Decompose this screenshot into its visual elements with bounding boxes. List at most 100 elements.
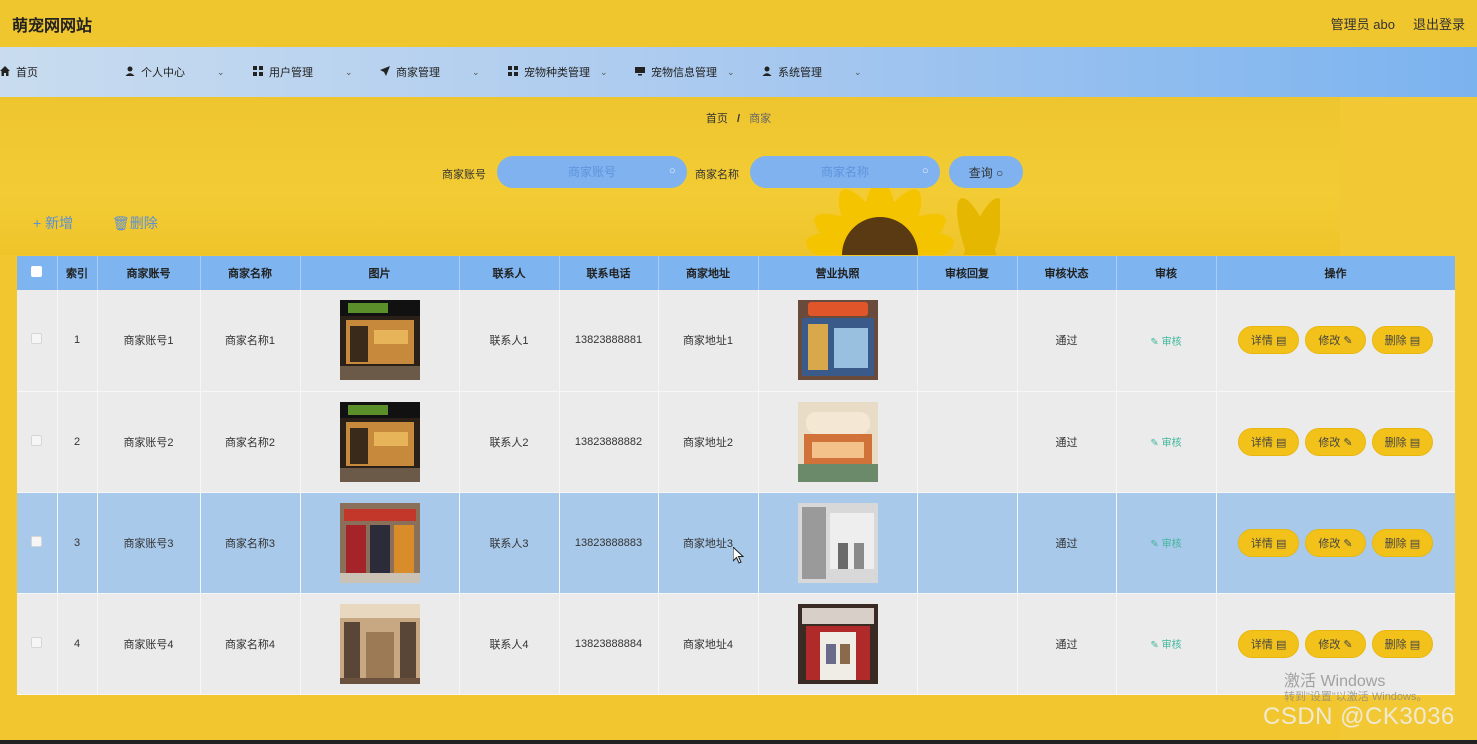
- account-search-input[interactable]: [497, 156, 687, 188]
- delete-button[interactable]: 删除 ▤: [1371, 326, 1434, 355]
- bottom-edge: [0, 740, 1477, 744]
- column-header: 商家账号: [97, 256, 201, 290]
- contact-cell: 联系人3: [459, 492, 560, 594]
- chevron-down-icon: ⌄: [854, 66, 862, 77]
- account-cell: 商家账号2: [97, 391, 201, 493]
- audit-status-cell: 通过: [1017, 290, 1117, 392]
- nav-item-system[interactable]: 系统管理 ⌄: [762, 47, 862, 97]
- audit-status-cell: 通过: [1017, 492, 1117, 594]
- row-select-cell[interactable]: [17, 593, 58, 695]
- edit-button[interactable]: 修改 ✎: [1305, 326, 1366, 355]
- operations-cell: 详情 ▤ 修改 ✎ 删除 ▤: [1216, 391, 1455, 493]
- table-row[interactable]: 3 商家账号3 商家名称3 联系人3 13823888883 商家地址3 通过 ✎ 审核 详情 …: [17, 492, 1455, 594]
- name-search-input[interactable]: [750, 156, 940, 188]
- row-checkbox[interactable]: [31, 434, 43, 446]
- name-cell: 商家名称4: [200, 593, 301, 695]
- column-header: 审核状态: [1017, 256, 1117, 290]
- csdn-watermark: CSDN @CK3036: [1263, 703, 1455, 730]
- edit-button[interactable]: 修改 ✎: [1305, 528, 1366, 557]
- name-cell: 商家名称3: [200, 492, 301, 594]
- account-cell: 商家账号4: [97, 593, 201, 695]
- audit-status-cell: 通过: [1017, 391, 1117, 493]
- nav-item-home[interactable]: 首页: [0, 47, 38, 97]
- breadcrumb-home[interactable]: 首页: [706, 113, 728, 125]
- breadcrumb-current: 商家: [749, 113, 772, 125]
- detail-button[interactable]: 详情 ▤: [1237, 528, 1300, 557]
- address-cell: 商家地址4: [658, 593, 759, 695]
- add-button-label: 新增: [45, 215, 74, 231]
- audit-link-label: 审核: [1161, 438, 1182, 449]
- audit-link[interactable]: ✎ 审核: [1150, 337, 1181, 348]
- audit-link[interactable]: ✎ 审核: [1150, 539, 1181, 550]
- table-row[interactable]: 2 商家账号2 商家名称2 联系人2 13823888882 商家地址2 通过 ✎ 审核 详情 …: [17, 391, 1455, 493]
- audit-link[interactable]: ✎ 审核: [1150, 438, 1181, 449]
- edit-pen-icon: ✎: [1150, 336, 1162, 348]
- select-all-checkbox[interactable]: [31, 266, 43, 277]
- column-header: 营业执照: [758, 256, 918, 290]
- grid-icon: [253, 65, 263, 79]
- trash-icon: ▤: [1409, 638, 1421, 651]
- edit-pen-icon: ✎: [1343, 436, 1353, 449]
- address-cell: 商家地址3: [658, 492, 759, 594]
- query-button-label: 查询: [968, 165, 993, 180]
- store-photo: [339, 300, 420, 381]
- query-button[interactable]: 查询 ○: [949, 156, 1023, 188]
- admin-user-label[interactable]: 管理员 abo: [1331, 14, 1395, 33]
- account-cell: 商家账号3: [97, 492, 201, 594]
- document-icon: ▤: [1275, 436, 1287, 449]
- delete-button[interactable]: 删除 ▤: [1371, 427, 1434, 456]
- detail-button[interactable]: 详情 ▤: [1237, 427, 1300, 456]
- store-photo: [339, 401, 420, 482]
- nav-item-profile[interactable]: 个人中心 ⌄: [125, 47, 225, 97]
- mouse-cursor-icon: [733, 547, 745, 564]
- edit-button[interactable]: 修改 ✎: [1305, 629, 1366, 658]
- phone-cell: 13823888882: [559, 391, 659, 493]
- detail-button[interactable]: 详情 ▤: [1237, 629, 1300, 658]
- audit-cell: ✎ 审核: [1116, 492, 1217, 594]
- row-checkbox[interactable]: [31, 636, 43, 648]
- row-checkbox[interactable]: [31, 535, 43, 547]
- logout-link[interactable]: 退出登录: [1413, 14, 1465, 33]
- nav-item-merchants[interactable]: 商家管理 ⌄: [380, 47, 480, 97]
- edit-button[interactable]: 修改 ✎: [1305, 427, 1366, 456]
- nav-item-pet-info[interactable]: 宠物信息管理 ⌄: [635, 47, 735, 97]
- batch-delete-button[interactable]: 🗑删除: [112, 213, 158, 233]
- operations-cell: 详情 ▤ 修改 ✎ 删除 ▤: [1216, 290, 1455, 392]
- table-row[interactable]: 1 商家账号1 商家名称1 联系人1 13823888881 商家地址1 通过 ✎ 审核 详情 …: [17, 290, 1455, 392]
- store-photo: [339, 603, 420, 684]
- row-select-cell[interactable]: [17, 290, 58, 392]
- row-select-cell[interactable]: [17, 492, 58, 594]
- search-icon: ○: [922, 165, 929, 177]
- merchant-table: 索引 商家账号 商家名称 图片 联系人 联系电话 商家地址 营业执照 审核回复 …: [17, 256, 1455, 744]
- row-checkbox[interactable]: [31, 333, 43, 345]
- name-cell: 商家名称1: [200, 290, 301, 392]
- trash-icon: 🗑: [112, 215, 130, 231]
- table-row[interactable]: 4 商家账号4 商家名称4 联系人4 13823888884 商家地址4 通过 ✎ 审核 详情 …: [17, 593, 1455, 695]
- account-search-label: 商家账号: [442, 169, 486, 181]
- phone-cell: 13823888883: [559, 492, 659, 594]
- row-select-cell[interactable]: [17, 391, 58, 493]
- nav-item-users[interactable]: 用户管理 ⌄: [253, 47, 353, 97]
- address-cell: 商家地址1: [658, 290, 759, 392]
- image-cell: [300, 391, 460, 493]
- audit-reply-cell: [917, 391, 1018, 493]
- select-all-cell[interactable]: [17, 256, 58, 290]
- nav-label-users: 用户管理: [269, 67, 313, 79]
- document-icon: ▤: [1275, 537, 1287, 550]
- chevron-down-icon: ⌄: [472, 66, 480, 77]
- audit-link[interactable]: ✎ 审核: [1150, 640, 1181, 651]
- image-cell: [300, 593, 460, 695]
- nav-item-pet-categories[interactable]: 宠物种类管理 ⌄: [508, 47, 608, 97]
- detail-button[interactable]: 详情 ▤: [1237, 326, 1300, 355]
- delete-button-label: 删除: [1384, 638, 1407, 651]
- delete-button[interactable]: 删除 ▤: [1371, 629, 1434, 658]
- contact-cell: 联系人1: [459, 290, 560, 392]
- license-cell: [758, 391, 918, 493]
- add-button[interactable]: + 新增: [33, 213, 73, 233]
- delete-button[interactable]: 删除 ▤: [1371, 528, 1434, 557]
- breadcrumb-separator: /: [736, 113, 741, 125]
- delete-button-label: 删除: [1384, 537, 1407, 550]
- plus-icon: +: [33, 215, 46, 231]
- index-cell: 1: [57, 290, 98, 392]
- audit-cell: ✎ 审核: [1116, 391, 1217, 493]
